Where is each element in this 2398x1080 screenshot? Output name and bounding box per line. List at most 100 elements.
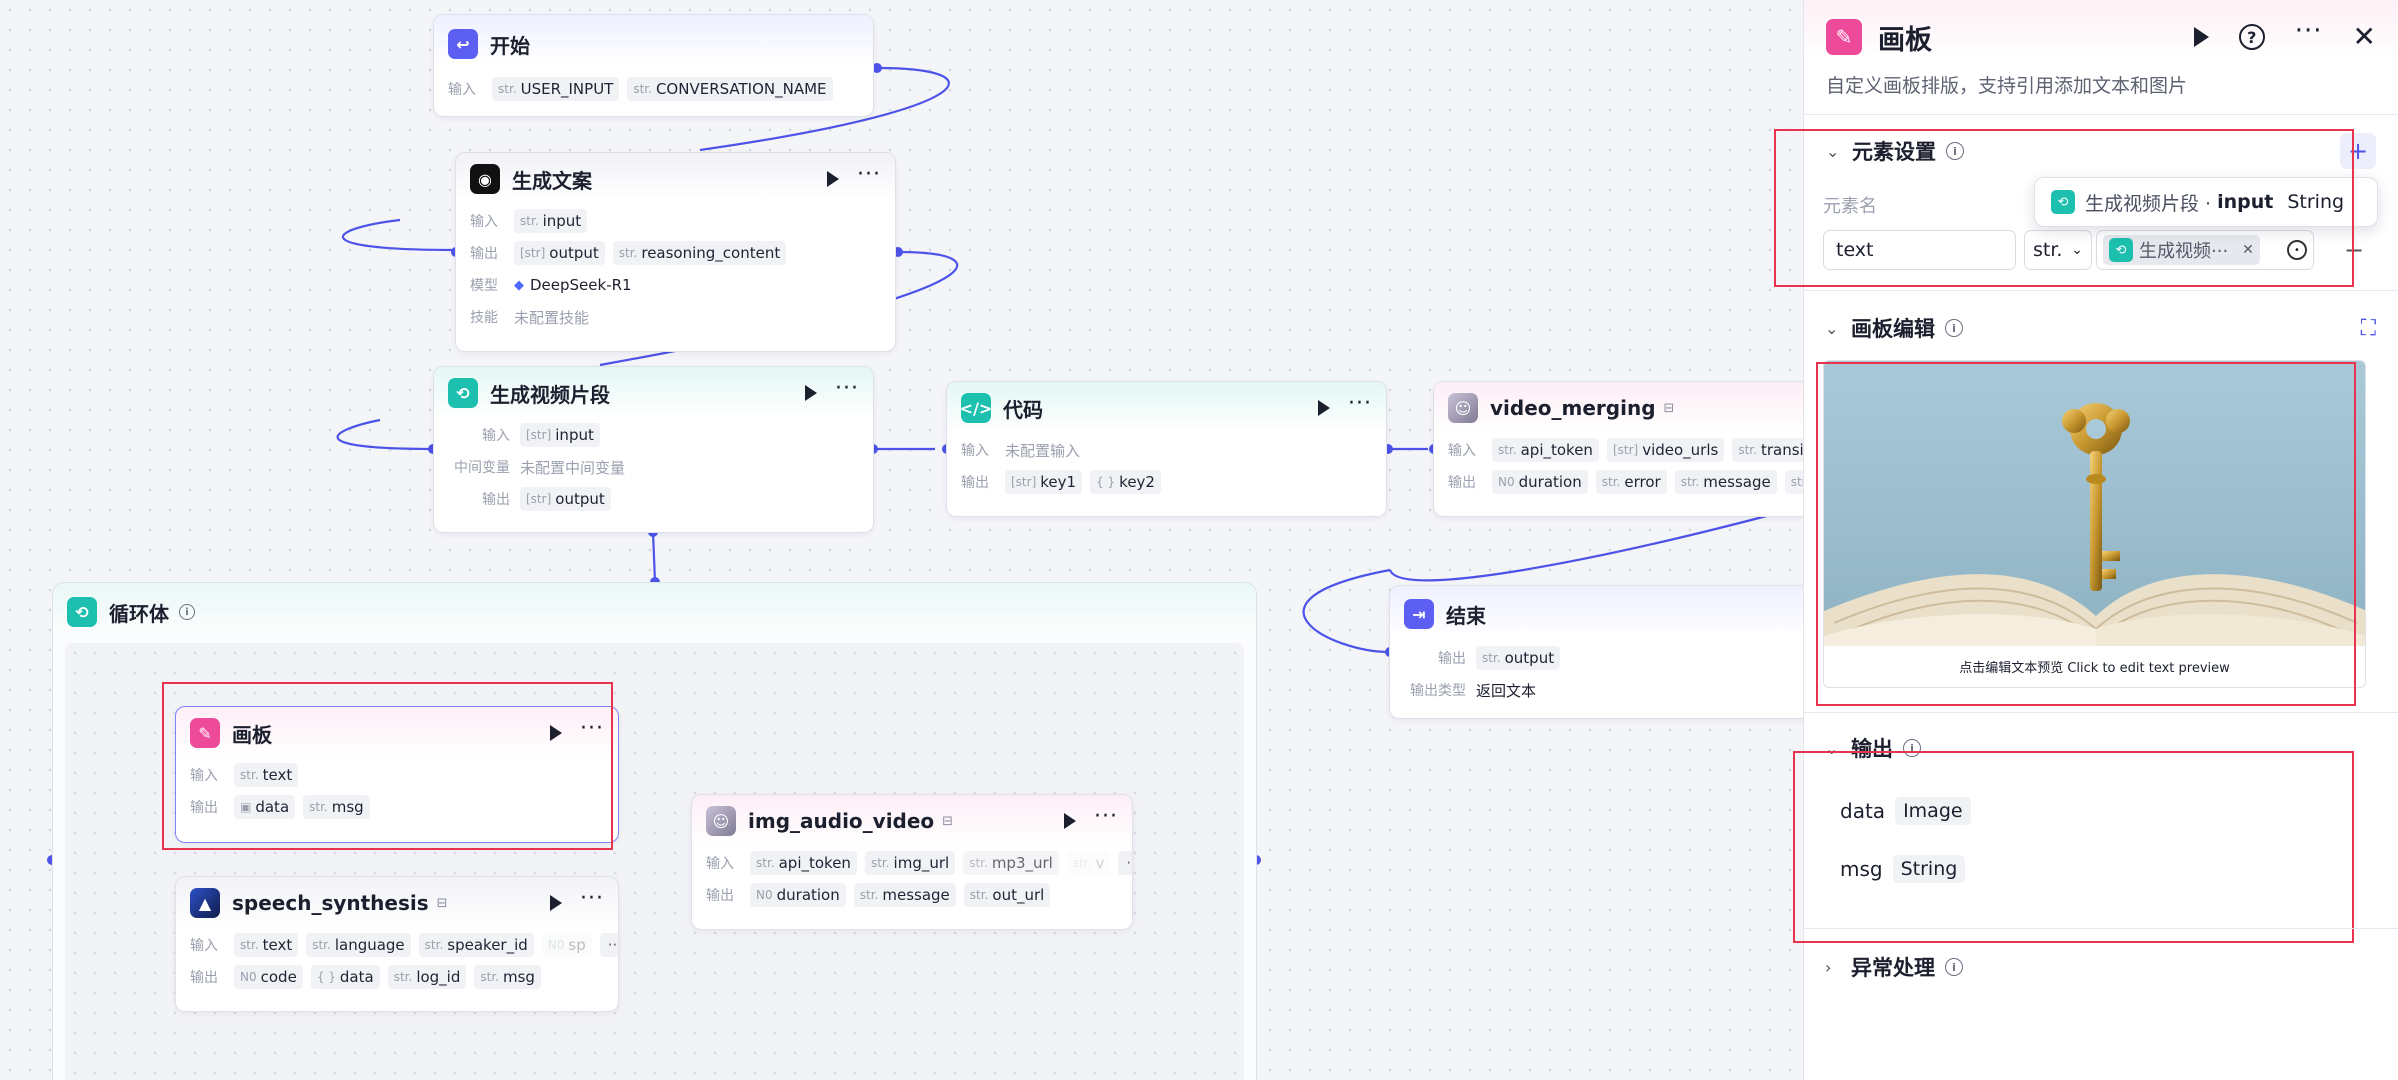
model-icon: ◆ xyxy=(514,277,524,293)
var-tag: str. api_token xyxy=(750,851,857,875)
var-tag: str. text xyxy=(234,763,299,787)
start-node[interactable]: ↩ 开始 输入 str. USER_INPUT str. CONVERSATION_… xyxy=(433,14,874,117)
more-icon[interactable]: ··· xyxy=(580,718,604,740)
code-node[interactable]: </> 代码 ··· 输入 未配置输入 输出 [str] key1 { } key2 xyxy=(946,381,1387,517)
var-tag: str. message xyxy=(1674,470,1777,494)
more-icon[interactable]: ··· xyxy=(1348,393,1372,415)
node-title: 生成文案 xyxy=(512,168,592,193)
img-audio-video-node[interactable]: ☺ img_audio_video ⊟ ··· 输入 str. api_token… xyxy=(691,794,1133,930)
canvas-section-header[interactable]: ⌄ 画板编辑 i ⛶ xyxy=(1803,296,2398,360)
var-tag: str. mp3_url xyxy=(963,851,1059,875)
node-title: 开始 xyxy=(490,33,530,58)
run-icon[interactable] xyxy=(827,171,840,187)
node-title: 代码 xyxy=(1003,397,1043,422)
run-icon[interactable] xyxy=(1318,400,1331,416)
var-tag: [str] output xyxy=(520,487,611,511)
plugin-avatar-icon: ☺ xyxy=(706,806,736,836)
output-row: data Image xyxy=(1840,797,1971,825)
var-tag: [str] video_urls xyxy=(1606,438,1725,462)
node-title: img_audio_video xyxy=(748,809,935,833)
node-title: 画板 xyxy=(232,722,272,747)
var-tag: str. speaker_id xyxy=(418,933,534,957)
board-node[interactable]: ✎ 画板 ··· 输入 str. text 输出 ▣ data str. msg xyxy=(175,706,619,843)
output-row: msg String xyxy=(1840,855,1966,883)
plugin-avatar-icon: ☺ xyxy=(1448,393,1478,423)
var-tag: str.ou xyxy=(1784,470,1803,494)
video-merging-node[interactable]: ☺ video_merging ⊟ 输入 str. api_token [str]… xyxy=(1433,381,1803,517)
info-icon[interactable]: i xyxy=(1945,319,1963,337)
chevron-down-icon[interactable]: ⌄ xyxy=(1825,739,1851,758)
chevron-right-icon[interactable]: › xyxy=(1825,958,1851,977)
more-icon[interactable]: ··· xyxy=(580,888,604,910)
run-icon[interactable] xyxy=(805,385,818,401)
speech-synthesis-node[interactable]: ▲ speech_synthesis ⊟ ··· 输入 str. text str… xyxy=(175,876,619,1012)
help-icon[interactable]: ? xyxy=(2238,24,2265,50)
plugin-icon: ⊟ xyxy=(942,813,954,829)
more-icon[interactable]: ··· xyxy=(2295,18,2323,44)
element-ref-input[interactable]: ⟲ 生成视频··· ✕ • xyxy=(2096,230,2314,270)
panel-description: 自定义画板排版，支持引用添加文本和图片 xyxy=(1826,75,2188,97)
info-icon[interactable]: i xyxy=(1946,142,1964,160)
var-tag: str. message xyxy=(853,883,956,907)
run-icon[interactable] xyxy=(550,725,563,741)
var-tag: [str] input xyxy=(520,423,600,447)
more-icon[interactable]: ··· xyxy=(857,164,881,186)
var-tag: str. api_token xyxy=(1492,438,1599,462)
end-node[interactable]: ⇥ 结束 输出 str. output 输出类型 返回文本 xyxy=(1389,585,1803,719)
info-icon[interactable]: i xyxy=(1903,739,1921,757)
run-icon[interactable] xyxy=(1064,813,1077,829)
error-section-header[interactable]: › 异常处理 i xyxy=(1803,935,2398,999)
expand-icon[interactable]: ⛶ xyxy=(2361,316,2376,341)
var-tag: ▣ data xyxy=(234,795,296,819)
var-tag: str. img_url xyxy=(864,851,956,875)
var-tag: str. out_url xyxy=(963,883,1051,907)
canvas-preview[interactable]: 点击编辑文本预览 Click to edit text preview xyxy=(1823,360,2366,688)
var-tag: str. msg xyxy=(474,965,541,989)
run-icon[interactable] xyxy=(2193,27,2209,47)
speech-icon: ▲ xyxy=(190,888,220,918)
node-title: speech_synthesis xyxy=(232,891,429,915)
var-tag: N0 duration xyxy=(1492,470,1588,494)
board-icon: ✎ xyxy=(1826,19,1862,55)
node-title: 结束 xyxy=(1446,603,1486,628)
node-title: 生成视频片段 xyxy=(490,382,610,407)
info-icon[interactable]: i xyxy=(179,604,195,620)
chevron-down-icon: ⌄ xyxy=(2071,242,2083,258)
add-element-icon[interactable]: + xyxy=(2340,133,2376,169)
code-icon: </> xyxy=(960,393,992,423)
output-section-header[interactable]: ⌄ 输出 i xyxy=(1803,716,2398,780)
loop-icon: ⟲ xyxy=(67,597,97,627)
chevron-down-icon[interactable]: ⌄ xyxy=(1826,142,1852,161)
llm-node[interactable]: ◉ 生成文案 ··· 输入 str. input 输出 [str] output s… xyxy=(455,152,896,352)
element-type-select[interactable]: str. ⌄ xyxy=(2024,230,2092,270)
more-vars-icon[interactable]: ··· xyxy=(1118,851,1132,875)
var-tag: str.transition xyxy=(1732,438,1803,462)
loop-icon: ⟲ xyxy=(2109,238,2133,262)
var-tag: str. v xyxy=(1066,851,1111,875)
model-name: DeepSeek-R1 xyxy=(530,276,632,294)
var-tag: str. reasoning_content xyxy=(612,241,787,265)
clip-node[interactable]: ⟲ 生成视频片段 ··· 输入 [str] input 中间变量 未配置中间变量 … xyxy=(433,366,874,533)
element-name-input[interactable]: text xyxy=(1823,230,2016,270)
loop-title: 循环体 xyxy=(109,601,169,626)
var-tag: { } key2 xyxy=(1090,470,1161,494)
more-icon[interactable]: ··· xyxy=(1094,806,1118,828)
preview-caption[interactable]: 点击编辑文本预览 Click to edit text preview xyxy=(1824,657,2365,676)
workflow-canvas[interactable]: ↩ 开始 输入 str. USER_INPUT str. CONVERSATION_… xyxy=(0,0,1803,1080)
board-icon: ✎ xyxy=(190,718,220,748)
chevron-down-icon[interactable]: ⌄ xyxy=(1825,319,1851,338)
run-icon[interactable] xyxy=(550,895,563,911)
reference-tooltip: ⟲ 生成视频片段 · input String xyxy=(2034,177,2378,227)
var-tag: { } data xyxy=(310,965,380,989)
book-key-image xyxy=(1824,361,2365,646)
close-icon[interactable]: ✕ xyxy=(2353,23,2376,51)
panel-title: 画板 xyxy=(1878,24,1932,56)
remove-element-icon[interactable]: − xyxy=(2344,236,2364,264)
more-vars-icon[interactable]: ··· xyxy=(599,933,618,957)
node-title: video_merging xyxy=(1490,396,1656,420)
more-icon[interactable]: ··· xyxy=(835,378,859,400)
variable-picker-icon[interactable]: • xyxy=(2287,240,2307,260)
info-icon[interactable]: i xyxy=(1945,958,1963,976)
var-tag: str. CONVERSATION_NAME xyxy=(627,77,833,101)
close-icon[interactable]: ✕ xyxy=(2242,242,2254,258)
